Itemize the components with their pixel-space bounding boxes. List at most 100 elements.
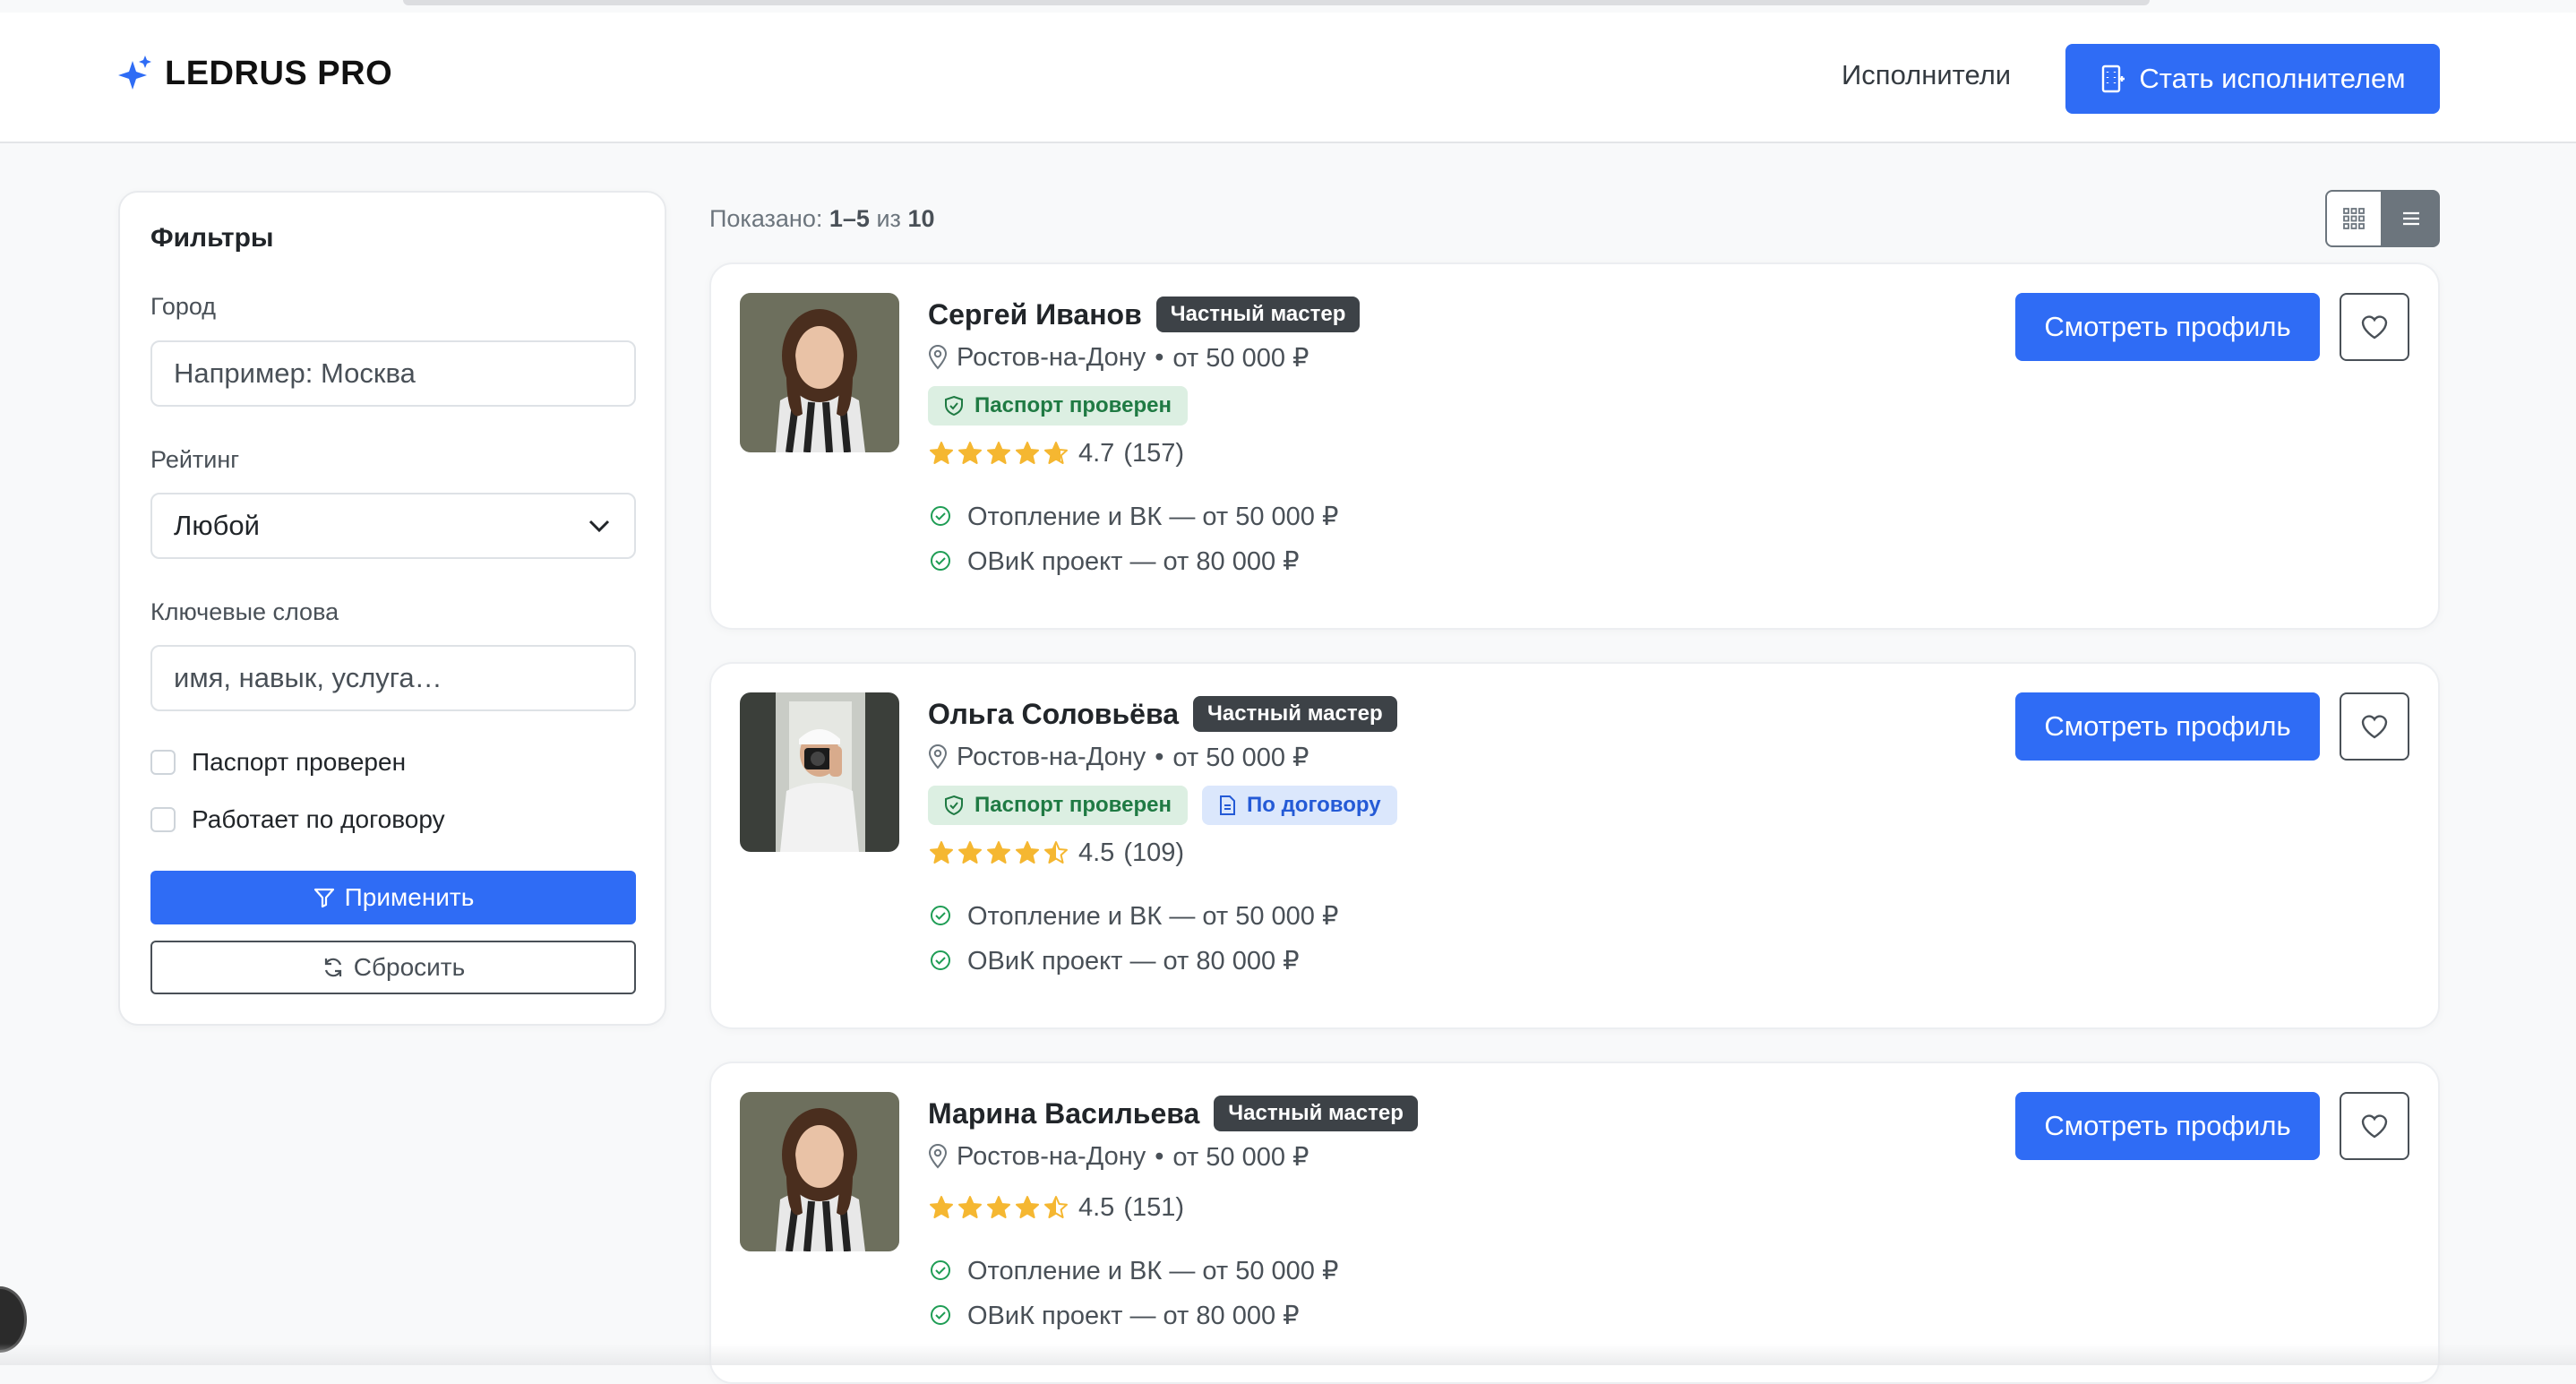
service-item: Отопление и ВК — от 50 000 ₽ <box>930 893 2003 938</box>
become-performer-label: Стать исполнителем <box>2139 63 2406 94</box>
filter-icon <box>313 888 334 908</box>
performer-name[interactable]: Марина Васильева <box>928 1097 1199 1130</box>
performer-city: Ростов-на-Дону <box>957 1141 1146 1171</box>
star-icon <box>1016 1196 1039 1218</box>
favorite-button[interactable] <box>2340 293 2409 361</box>
service-item: Отопление и ВК — от 50 000 ₽ <box>930 494 2003 538</box>
services-list: Отопление и ВК — от 50 000 ₽ ОВиК проект… <box>928 1248 2003 1337</box>
location-pin-icon <box>928 744 948 769</box>
service-item: ОВиК проект — от 80 000 ₽ <box>930 1293 2003 1337</box>
heart-icon <box>2361 315 2388 340</box>
service-item: Отопление и ВК — от 50 000 ₽ <box>930 1248 2003 1293</box>
check-circle-icon <box>931 950 950 970</box>
star-icon <box>930 1196 953 1218</box>
performer-city: Ростов-на-Дону <box>957 742 1146 771</box>
apply-button[interactable]: Применить <box>150 871 636 924</box>
rating-label: Рейтинг <box>150 446 240 473</box>
rating-value: 4.5 <box>1078 1192 1115 1222</box>
view-profile-button[interactable]: Смотреть профиль <box>2015 1092 2320 1160</box>
check-circle-icon <box>931 1305 950 1325</box>
brand-name: LEDRUS PRO <box>165 54 393 92</box>
refresh-icon <box>324 958 341 977</box>
brand-logo[interactable]: LEDRUS PRO <box>116 54 392 93</box>
results-count: Показано: 1–5 из 10 <box>709 205 935 232</box>
star-icon <box>1044 1196 1068 1218</box>
service-item: ОВиК проект — от 80 000 ₽ <box>930 538 2003 583</box>
performer-name[interactable]: Сергей Иванов <box>928 298 1142 331</box>
view-profile-button[interactable]: Смотреть профиль <box>2015 692 2320 761</box>
rating-select-value: Любой <box>174 510 260 541</box>
service-item: ОВиК проект — от 80 000 ₽ <box>930 938 2003 983</box>
star-icon <box>958 442 982 464</box>
shield-check-icon <box>945 795 963 816</box>
heart-icon <box>2361 715 2388 739</box>
grid-view-button[interactable] <box>2325 190 2383 247</box>
location-pin-icon <box>928 345 948 370</box>
avatar[interactable] <box>740 1092 899 1251</box>
passport-checkbox[interactable] <box>150 750 176 775</box>
contract-checkbox-row[interactable]: Работает по договору <box>150 805 445 834</box>
star-icon <box>987 1196 1010 1218</box>
performer-card: Марина Васильева Частный мастер Ростов-н… <box>709 1062 2440 1384</box>
separator-dot: • <box>1155 742 1164 771</box>
check-circle-icon <box>931 1260 950 1280</box>
favorite-button[interactable] <box>2340 1092 2409 1160</box>
passport-verified-badge: Паспорт проверен <box>928 386 1188 426</box>
top-navbar: LEDRUS PRO Исполнители Стать исполнителе… <box>0 13 2576 143</box>
services-list: Отопление и ВК — от 50 000 ₽ ОВиК проект… <box>928 893 2003 983</box>
performer-price: от 50 000 ₽ <box>1172 743 1309 772</box>
floating-help-button[interactable] <box>0 1286 27 1353</box>
results-range: 1–5 <box>829 205 870 232</box>
document-icon <box>1219 795 1235 815</box>
performer-type-badge: Частный мастер <box>1192 696 1397 732</box>
become-performer-button[interactable]: Стать исполнителем <box>2065 44 2440 114</box>
rating-stars <box>928 840 1069 865</box>
check-circle-icon <box>931 551 950 571</box>
rating-value: 4.7 <box>1078 438 1115 468</box>
favorite-button[interactable] <box>2340 692 2409 761</box>
browser-top-strip <box>0 0 2576 13</box>
contract-badge: По договору <box>1201 786 1397 825</box>
star-icon <box>1016 841 1039 864</box>
reset-button[interactable]: Сбросить <box>150 941 636 994</box>
performer-card: Ольга Соловьёва Частный мастер Ростов-на… <box>709 662 2440 1029</box>
location-pin-icon <box>928 1144 948 1169</box>
services-list: Отопление и ВК — от 50 000 ₽ ОВиК проект… <box>928 494 2003 583</box>
star-icon <box>1044 442 1068 464</box>
avatar[interactable] <box>740 692 899 852</box>
rating-reviews: (109) <box>1123 838 1185 867</box>
list-icon <box>2403 211 2419 226</box>
performer-type-badge: Частный мастер <box>1214 1096 1418 1131</box>
performer-card: Сергей Иванов Частный мастер Ростов-на-Д… <box>709 262 2440 630</box>
passport-checkbox-label: Паспорт проверен <box>192 748 407 776</box>
performer-price: от 50 000 ₽ <box>1172 1142 1309 1172</box>
portrait-photo <box>740 692 899 852</box>
performer-name[interactable]: Ольга Соловьёва <box>928 698 1179 731</box>
star-icon <box>958 841 982 864</box>
keywords-input[interactable]: имя, навык, услуга… <box>150 645 636 711</box>
star-icon <box>1016 442 1039 464</box>
grid-icon <box>2343 208 2365 229</box>
contract-checkbox[interactable] <box>150 807 176 832</box>
star-icon <box>987 841 1010 864</box>
performer-info: Марина Васильева Частный мастер Ростов-н… <box>928 1092 2003 1337</box>
view-profile-button[interactable]: Смотреть профиль <box>2015 293 2320 361</box>
nav-link-performers[interactable]: Исполнители <box>1842 59 2011 91</box>
sparkle-icon <box>118 56 151 90</box>
city-label: Город <box>150 293 217 320</box>
rating-select[interactable]: Любой <box>150 493 636 559</box>
chevron-down-icon <box>588 520 610 533</box>
horizontal-scrollbar[interactable] <box>403 0 2150 5</box>
check-circle-icon <box>931 506 950 526</box>
rating-reviews: (151) <box>1123 1192 1185 1222</box>
list-view-button[interactable] <box>2383 190 2440 247</box>
performer-info: Ольга Соловьёва Частный мастер Ростов-на… <box>928 692 2003 983</box>
passport-checkbox-row[interactable]: Паспорт проверен <box>150 748 406 777</box>
view-toggle <box>2325 190 2440 247</box>
star-icon <box>930 442 953 464</box>
performer-type-badge: Частный мастер <box>1155 297 1361 332</box>
avatar[interactable] <box>740 293 899 452</box>
city-input[interactable]: Например: Москва <box>150 340 636 407</box>
results-total: 10 <box>907 205 935 232</box>
separator-dot: • <box>1155 342 1164 372</box>
